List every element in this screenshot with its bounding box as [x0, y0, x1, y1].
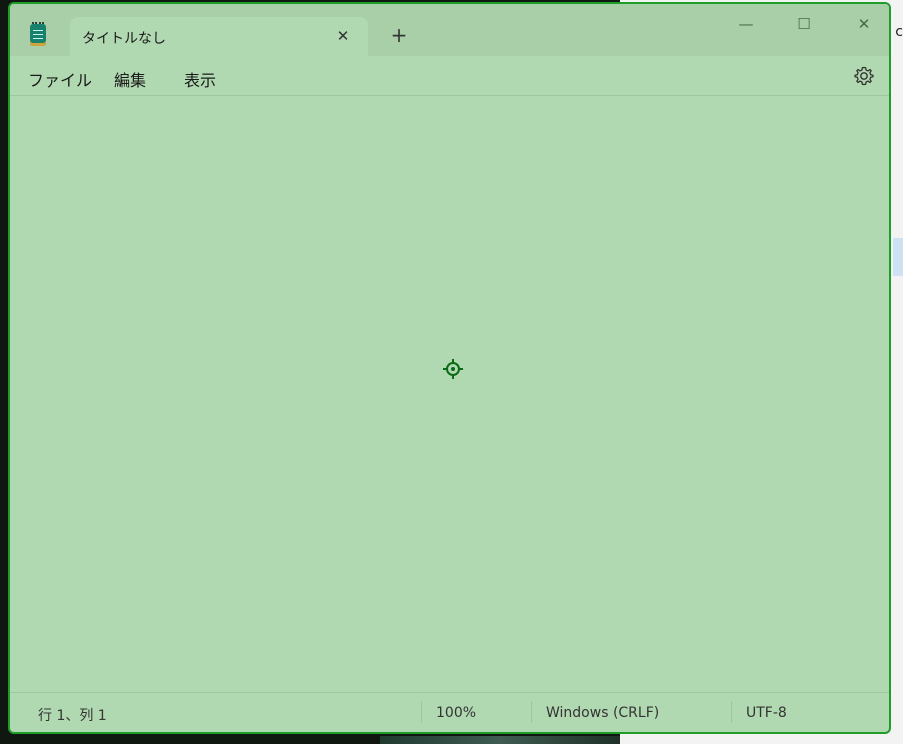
title-bar[interactable]: タイトルなし ✕ + — ☐ ✕	[10, 4, 889, 57]
menu-edit[interactable]: 編集	[114, 67, 146, 91]
encoding[interactable]: UTF-8	[746, 705, 787, 721]
cursor-position[interactable]: 行 1、列 1	[38, 705, 107, 725]
close-tab-icon[interactable]: ✕	[334, 27, 352, 45]
menu-file[interactable]: ファイル	[28, 67, 92, 91]
background-window-text: c	[895, 24, 903, 40]
tab-untitled[interactable]: タイトルなし ✕	[70, 17, 368, 57]
text-editor[interactable]	[10, 96, 889, 694]
minimize-button[interactable]: —	[726, 12, 766, 36]
new-tab-button[interactable]: +	[388, 24, 410, 46]
status-divider	[531, 701, 532, 723]
notepad-window: タイトルなし ✕ + — ☐ ✕ ファイル 編集 表示 行 1、列 1 100%…	[8, 2, 891, 734]
desktop: c タイトルなし ✕ + — ☐ ✕ ファイル 編集 表示 行 1、列 1 10…	[0, 0, 903, 744]
gear-icon[interactable]	[852, 64, 876, 88]
menu-view[interactable]: 表示	[184, 67, 216, 91]
tab-title: タイトルなし	[82, 31, 166, 47]
close-window-button[interactable]: ✕	[844, 12, 884, 36]
notepad-icon	[30, 22, 46, 46]
zoom-level[interactable]: 100%	[436, 705, 476, 721]
crosshair-target-icon	[443, 359, 463, 379]
menu-bar: ファイル 編集 表示	[10, 56, 889, 96]
line-ending[interactable]: Windows (CRLF)	[546, 705, 659, 721]
status-divider	[731, 701, 732, 723]
taskbar-fragment	[380, 736, 620, 744]
maximize-button[interactable]: ☐	[784, 12, 824, 36]
status-divider	[421, 701, 422, 723]
status-bar: 行 1、列 1 100% Windows (CRLF) UTF-8	[10, 692, 889, 732]
background-selection	[893, 238, 903, 276]
